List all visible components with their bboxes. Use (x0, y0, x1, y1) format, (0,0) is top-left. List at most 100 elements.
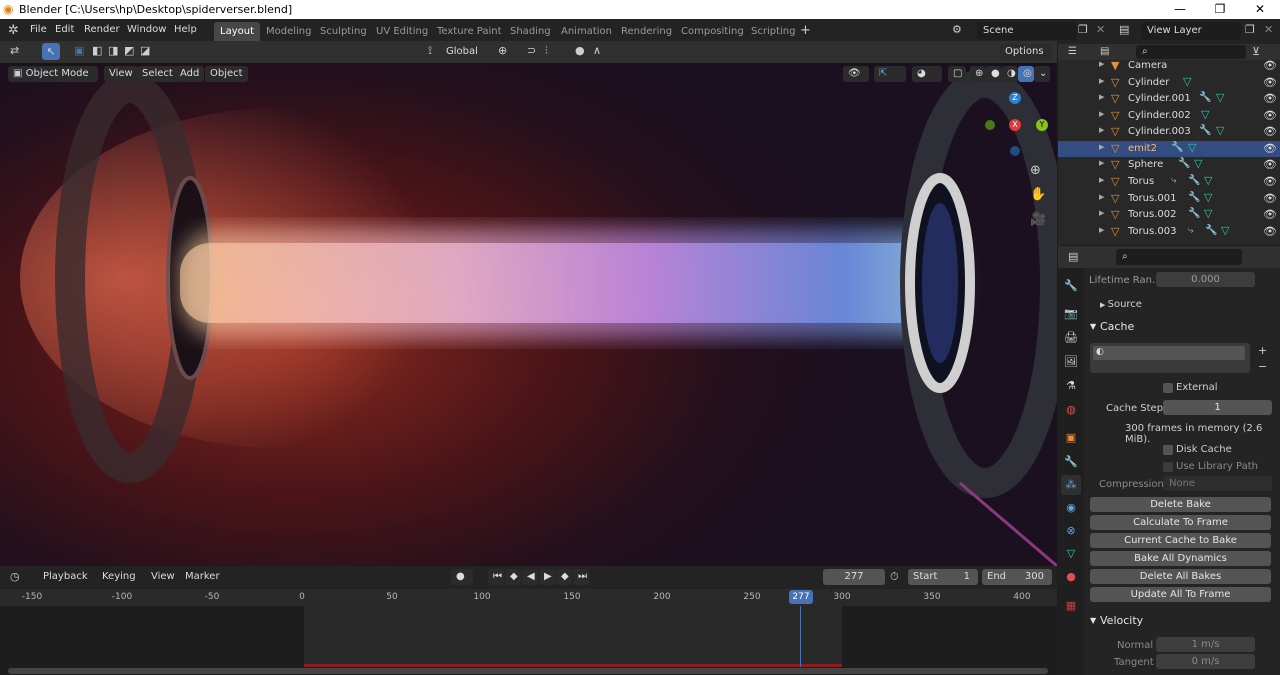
expand-icon[interactable]: ▶ (1099, 77, 1104, 85)
outliner-row-torus-001[interactable]: ▶ ▽ Torus.001 🔧 ▽ 👁 (1058, 191, 1280, 207)
use-library-path-checkbox[interactable] (1163, 462, 1173, 472)
x-axis-icon[interactable]: X (1009, 119, 1021, 131)
lifetime-random-field[interactable]: 0.000 (1156, 272, 1255, 287)
cache-panel-header[interactable]: ▼ Cache (1084, 318, 1280, 338)
outliner-row-torus[interactable]: ▶ ▽ Torus ⤷ 🔧 ▽ 👁 (1058, 174, 1280, 190)
visibility-eye-icon[interactable]: 👁 (1263, 125, 1277, 138)
orientation-dropdown[interactable]: Global (441, 44, 491, 60)
menu-help[interactable]: Help (174, 24, 197, 35)
outliner-row-torus-003[interactable]: ▶ ▽ Torus.003 ⤷ 🔧 ▽ 👁 (1058, 224, 1280, 240)
calculate-to-frame-button[interactable]: Calculate To Frame (1090, 515, 1271, 530)
visibility-eye-icon[interactable]: 👁 (1263, 76, 1277, 89)
timeline-editor-type-icon[interactable]: ◷ (10, 570, 20, 583)
expand-icon[interactable]: ▶ (1099, 193, 1104, 201)
menu-file[interactable]: File (30, 24, 47, 35)
expand-icon[interactable]: ▶ (1099, 159, 1104, 167)
bake-all-dynamics-button[interactable]: Bake All Dynamics (1090, 551, 1271, 566)
mode-subtract-icon[interactable]: ◨ (108, 44, 118, 57)
keying-menu[interactable]: Keying (97, 569, 141, 585)
material-shading-icon[interactable]: ◑ (1002, 66, 1018, 82)
remove-scene-icon[interactable]: ✕ (1096, 23, 1105, 36)
visibility-eye-icon[interactable]: 👁 (1263, 208, 1277, 221)
playback-menu[interactable]: Playback (38, 569, 93, 585)
visibility-eye-icon[interactable]: 👁 (1263, 225, 1277, 238)
visibility-eye-icon[interactable]: 👁 (1263, 142, 1277, 155)
mode-set-icon[interactable]: ▣ (74, 44, 84, 57)
playhead-marker[interactable]: 277 (789, 590, 813, 604)
normal-field[interactable]: 1 m/s (1156, 637, 1255, 652)
z-axis-icon[interactable]: Z (1009, 92, 1021, 104)
view-layer-tab-icon[interactable]: 🖼 (1061, 352, 1081, 372)
render-tab-icon[interactable]: 📷 (1061, 304, 1081, 324)
menu-edit[interactable]: Edit (55, 24, 74, 35)
outliner-row-cylinder-002[interactable]: ▶ ▽ Cylinder.002 ▽ 👁 (1058, 108, 1280, 124)
object-menu[interactable]: Object (205, 66, 248, 82)
object-tab-icon[interactable]: ▣ (1061, 428, 1081, 448)
delete-bake-button[interactable]: Delete Bake (1090, 497, 1271, 512)
solid-shading-icon[interactable]: ● (986, 66, 1002, 82)
maximize-button[interactable]: ❐ (1200, 1, 1240, 18)
output-tab-icon[interactable]: 🖨 (1061, 328, 1081, 348)
tab-modeling[interactable]: Modeling (260, 22, 318, 41)
expand-icon[interactable]: ▶ (1099, 110, 1104, 118)
outliner-row-emit2[interactable]: ▶ ▽ emit2 🔧 ▽ 👁 (1058, 141, 1280, 157)
visibility-icon[interactable]: 👁 (843, 66, 869, 82)
neg-z-axis-icon[interactable] (1010, 146, 1020, 156)
camera-view-icon[interactable]: 🎥 (1030, 212, 1046, 227)
current-cache-to-bake-button[interactable]: Current Cache to Bake (1090, 533, 1271, 548)
tab-sculpting[interactable]: Sculpting (314, 22, 373, 41)
scene-icon[interactable]: ⚙ (952, 23, 962, 36)
add-workspace-icon[interactable]: + (800, 23, 811, 38)
visibility-eye-icon[interactable]: 👁 (1263, 158, 1277, 171)
physics-tab-icon[interactable]: ◉ (1061, 498, 1081, 518)
material-tab-icon[interactable]: ● (1061, 567, 1081, 587)
visibility-eye-icon[interactable]: 👁 (1263, 109, 1277, 122)
mode-extend-icon[interactable]: ◧ (92, 44, 102, 57)
add-cache-icon[interactable]: + (1258, 344, 1267, 357)
navigation-gizmo[interactable]: Z Y X (985, 90, 1055, 160)
compression-dropdown[interactable]: None (1163, 476, 1272, 491)
blender-menu-icon[interactable]: ✲ (8, 23, 19, 38)
tab-animation[interactable]: Animation (555, 22, 618, 41)
editor-type-icon[interactable]: ⇄ (10, 44, 19, 57)
neg-y-axis-icon[interactable] (985, 120, 995, 130)
expand-icon[interactable]: ▶ (1099, 143, 1104, 151)
tangent-field[interactable]: 0 m/s (1156, 654, 1255, 669)
overlay-icon[interactable]: ◕ (912, 66, 942, 82)
visibility-eye-icon[interactable]: 👁 (1263, 192, 1277, 205)
expand-icon[interactable]: ▶ (1099, 60, 1104, 68)
velocity-panel-header[interactable]: ▼ Velocity (1084, 612, 1280, 632)
mode-intersect-icon[interactable]: ◪ (140, 44, 150, 57)
external-checkbox[interactable] (1163, 383, 1173, 393)
falloff-icon[interactable]: ∧ (593, 44, 601, 57)
start-frame-field[interactable]: Start 1 (908, 569, 978, 585)
tab-scripting[interactable]: Scripting (745, 22, 801, 41)
pivot-icon[interactable]: ⊕ (498, 44, 507, 57)
snap-target-icon[interactable]: ⫶ (545, 44, 548, 58)
properties-search-input[interactable]: ⌕ (1116, 249, 1242, 265)
gizmo-icon[interactable]: ⇱ (874, 66, 906, 82)
snap-icon[interactable]: ⊃ (527, 44, 536, 57)
xray-icon[interactable]: ▢ (948, 66, 966, 82)
source-panel-header[interactable]: ▶ Source (1100, 299, 1142, 310)
jump-end-icon[interactable]: ⏭ (573, 569, 589, 585)
new-view-layer-icon[interactable]: ❐ (1245, 23, 1255, 36)
select-menu[interactable]: Select (137, 66, 178, 82)
jump-start-icon[interactable]: ⏮ (488, 569, 504, 585)
stopwatch-icon[interactable]: ⏱ (890, 570, 899, 584)
outliner-row-sphere[interactable]: ▶ ▽ Sphere 🔧 ▽ 👁 (1058, 157, 1280, 173)
visibility-eye-icon[interactable]: 👁 (1263, 92, 1277, 105)
marker-menu[interactable]: Marker (180, 569, 225, 585)
expand-icon[interactable]: ▶ (1099, 176, 1104, 184)
tab-compositing[interactable]: Compositing (675, 22, 750, 41)
new-scene-icon[interactable]: ❐ (1078, 23, 1088, 36)
particles-tab-icon[interactable]: ⁂ (1061, 475, 1081, 495)
world-tab-icon[interactable]: ◍ (1061, 400, 1081, 420)
update-all-to-frame-button[interactable]: Update All To Frame (1090, 587, 1271, 602)
outliner-editor-type-icon[interactable]: ☰ (1068, 46, 1077, 57)
3d-viewport[interactable] (0, 63, 1057, 566)
shading-options-icon[interactable]: ⌄ (1034, 66, 1050, 82)
visibility-eye-icon[interactable]: 👁 (1263, 59, 1277, 72)
tool-tab-icon[interactable]: 🔧 (1061, 276, 1081, 296)
cache-list[interactable]: ◐ (1090, 343, 1250, 373)
